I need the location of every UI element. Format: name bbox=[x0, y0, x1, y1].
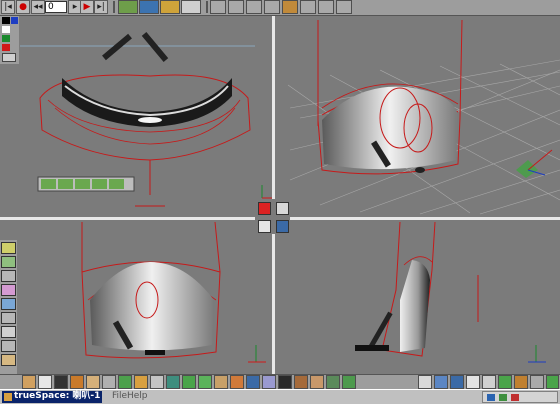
viewport-top-left-button[interactable] bbox=[258, 202, 271, 215]
eye-icon[interactable] bbox=[530, 375, 544, 389]
viewport-bottom-right-button[interactable] bbox=[276, 220, 289, 233]
script-icon[interactable] bbox=[434, 375, 448, 389]
play-icon[interactable]: ▶ bbox=[80, 0, 94, 14]
app-icon bbox=[4, 393, 12, 401]
particles-icon[interactable] bbox=[230, 375, 244, 389]
tray-icon-ime[interactable] bbox=[511, 394, 519, 401]
paint-face-icon[interactable] bbox=[1, 340, 16, 352]
deform-icon[interactable] bbox=[246, 375, 260, 389]
face-icon[interactable] bbox=[310, 375, 324, 389]
zoom-icon[interactable] bbox=[498, 375, 512, 389]
viewport-bottom-right[interactable] bbox=[355, 221, 546, 363]
viewport-bottom-left-button[interactable] bbox=[258, 220, 271, 233]
last-frame-icon[interactable]: ▸| bbox=[94, 0, 108, 14]
render-icon[interactable] bbox=[182, 375, 196, 389]
smooth-icon[interactable] bbox=[1, 298, 16, 310]
lathe-icon[interactable] bbox=[318, 0, 334, 14]
taskbar-title: trueSpace: 喇叭-1 bbox=[14, 391, 101, 401]
redo-icon[interactable] bbox=[181, 0, 201, 14]
frame-field[interactable]: 0 bbox=[45, 1, 67, 13]
undo-icon[interactable] bbox=[160, 0, 180, 14]
cone-icon[interactable] bbox=[70, 375, 84, 389]
taskbar-app-button[interactable]: trueSpace: 喇叭-1 bbox=[2, 391, 102, 403]
rewind-icon[interactable]: ◂◂ bbox=[31, 0, 45, 14]
light-icon[interactable] bbox=[118, 375, 132, 389]
sweep-icon[interactable] bbox=[282, 0, 298, 14]
plane-icon[interactable] bbox=[102, 375, 116, 389]
uv-icon[interactable] bbox=[1, 270, 16, 282]
color-swatch-red[interactable] bbox=[2, 44, 10, 51]
glue-icon[interactable] bbox=[300, 0, 316, 14]
viewport-top-left[interactable] bbox=[20, 32, 272, 207]
paint-icon[interactable] bbox=[139, 0, 159, 14]
menu-file[interactable]: File bbox=[112, 390, 127, 403]
bottom-toolbar bbox=[0, 374, 560, 390]
color-swatch-black[interactable] bbox=[2, 17, 10, 24]
grid-icon[interactable] bbox=[326, 375, 340, 389]
move-icon[interactable] bbox=[228, 0, 244, 14]
viewport-top-right[interactable] bbox=[287, 19, 560, 215]
camera-icon[interactable] bbox=[134, 375, 148, 389]
layer-icon[interactable] bbox=[1, 242, 16, 254]
left-palette bbox=[0, 16, 19, 64]
cylinder-icon[interactable] bbox=[54, 375, 68, 389]
taskbar: trueSpace: 喇叭-1 File Help bbox=[0, 389, 560, 404]
color-swatch-blue[interactable] bbox=[11, 17, 18, 24]
spline-toolbar[interactable] bbox=[37, 176, 135, 192]
cube-icon[interactable] bbox=[38, 375, 52, 389]
scene-icon[interactable] bbox=[1, 326, 16, 338]
boolean-icon[interactable] bbox=[278, 375, 292, 389]
nurbs-icon[interactable] bbox=[262, 375, 276, 389]
tray-area bbox=[482, 391, 558, 403]
group-icon[interactable] bbox=[294, 375, 308, 389]
animation-icon[interactable] bbox=[198, 375, 212, 389]
bend-icon[interactable] bbox=[1, 354, 16, 366]
record-icon[interactable]: ● bbox=[16, 0, 30, 14]
settings-icon[interactable] bbox=[546, 375, 559, 389]
menu-help[interactable]: Help bbox=[127, 390, 148, 403]
select-icon[interactable] bbox=[210, 0, 226, 14]
top-toolbar: |◂ ● ◂◂ 0 ▸ ▶ ▸| bbox=[0, 0, 560, 16]
torus-icon[interactable] bbox=[86, 375, 100, 389]
sphere-icon[interactable] bbox=[22, 375, 36, 389]
toolbar-separator bbox=[206, 1, 208, 13]
playback-first-icon[interactable]: |◂ bbox=[1, 0, 15, 14]
tray-icon-volume[interactable] bbox=[487, 394, 495, 401]
help-icon[interactable] bbox=[418, 375, 432, 389]
object-tool-icon[interactable] bbox=[118, 0, 138, 14]
texture-map-icon[interactable] bbox=[1, 256, 16, 268]
shade-icon[interactable] bbox=[1, 284, 16, 296]
toolbar-separator bbox=[113, 1, 115, 13]
render-obj-icon[interactable] bbox=[1, 312, 16, 324]
color-swatch-grey[interactable] bbox=[2, 26, 10, 33]
material-icon[interactable] bbox=[166, 375, 180, 389]
scale-icon[interactable] bbox=[264, 0, 280, 14]
display-icon[interactable] bbox=[450, 375, 464, 389]
layout-icon[interactable] bbox=[466, 375, 480, 389]
snap-icon[interactable] bbox=[342, 375, 356, 389]
viewport-bottom-left[interactable] bbox=[81, 221, 266, 363]
texture-icon[interactable] bbox=[150, 375, 164, 389]
view-icon[interactable] bbox=[482, 375, 496, 389]
color-swatch-green[interactable] bbox=[2, 35, 10, 42]
rotate-icon[interactable] bbox=[246, 0, 262, 14]
left-palette-lower bbox=[0, 240, 17, 375]
viewport-top-right-button[interactable] bbox=[276, 202, 289, 215]
pan-icon[interactable] bbox=[514, 375, 528, 389]
figure-icon[interactable] bbox=[214, 375, 228, 389]
tray-icon-network[interactable] bbox=[499, 394, 507, 401]
grid-snap-icon[interactable] bbox=[2, 53, 16, 62]
erase-icon[interactable] bbox=[336, 0, 352, 14]
